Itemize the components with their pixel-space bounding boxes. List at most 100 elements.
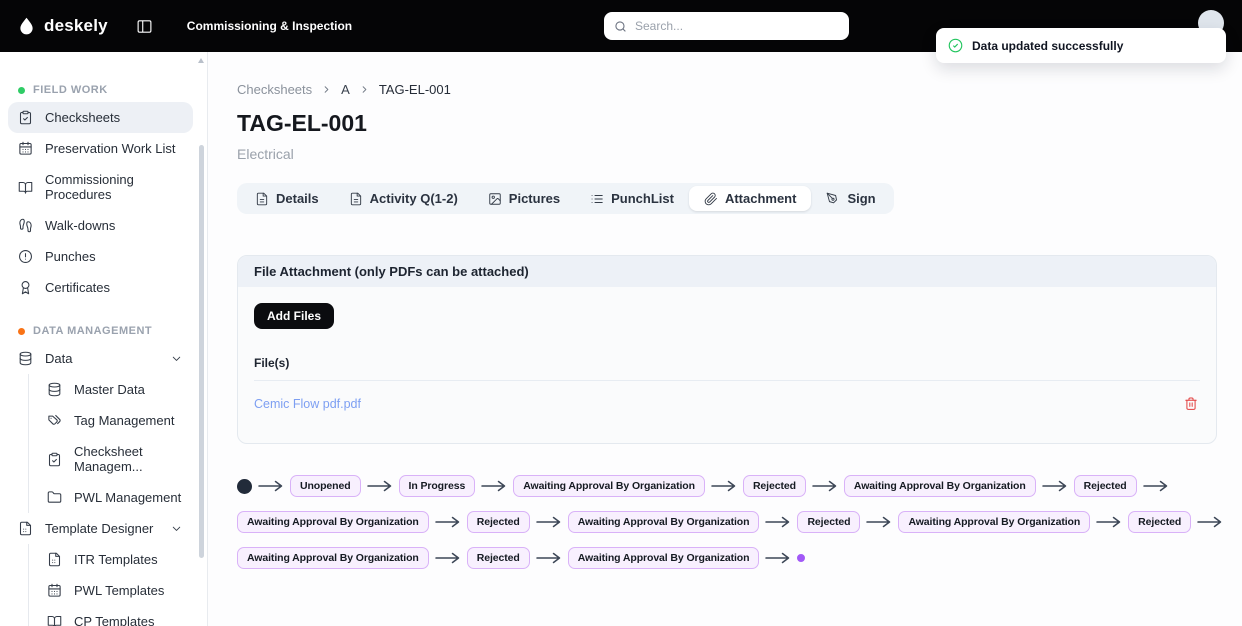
book-open-icon <box>18 180 33 195</box>
tags-icon <box>47 413 62 428</box>
status-badge: Awaiting Approval By Organization <box>567 511 760 533</box>
paperclip-icon <box>704 192 718 206</box>
database-icon <box>47 382 62 397</box>
arrow-right-icon <box>1042 480 1068 492</box>
sidebar-item-label: PWL Templates <box>74 583 165 598</box>
tab-punchlist[interactable]: PunchList <box>575 186 689 211</box>
workflow-start-node-icon <box>237 478 252 494</box>
arrow-right-icon <box>1096 516 1122 528</box>
sidebar-item-label: PWL Management <box>74 490 182 505</box>
status-badge: Awaiting Approval By Organization <box>513 475 705 497</box>
tab-pictures[interactable]: Pictures <box>473 186 575 211</box>
sidebar-item-label: ITR Templates <box>74 552 158 567</box>
template-designer-subtree: ITR Templates PWL Templates CP Templates <box>28 544 193 626</box>
data-subtree: Master Data Tag Management Checksheet Ma… <box>28 374 193 513</box>
tab-details[interactable]: Details <box>240 186 334 211</box>
file-text-icon <box>349 192 363 206</box>
sidebar-item-cp-templates[interactable]: CP Templates <box>39 606 193 626</box>
sidebar-item-preservation-work-list[interactable]: Preservation Work List <box>8 133 193 164</box>
sidebar-item-label: Preservation Work List <box>45 141 176 156</box>
file-template-icon <box>18 521 33 536</box>
chevron-right-icon <box>321 84 332 95</box>
status-badge: Awaiting Approval By Organization <box>567 547 760 569</box>
tab-label: Sign <box>847 191 876 206</box>
scroll-up-arrow-icon[interactable] <box>198 58 204 63</box>
file-row: Cemic Flow pdf.pdf <box>254 381 1200 427</box>
image-icon <box>488 192 502 206</box>
clipboard-check-icon <box>47 452 62 467</box>
breadcrumb-a[interactable]: A <box>341 82 350 97</box>
page-subtitle: Electrical <box>237 146 294 162</box>
status-badge: Rejected <box>1128 511 1192 533</box>
sidebar-toggle-button[interactable] <box>136 18 153 35</box>
section-label: DATA MANAGEMENT <box>33 325 153 337</box>
award-icon <box>18 280 33 295</box>
status-badge: Awaiting Approval By Organization <box>237 511 429 533</box>
breadcrumb-checksheets[interactable]: Checksheets <box>237 82 312 97</box>
status-badge: Awaiting Approval By Organization <box>898 511 1091 533</box>
scrollbar-thumb[interactable] <box>199 145 204 558</box>
brand-name: deskely <box>44 16 108 35</box>
sidebar: FIELD WORK Checksheets Preservation Work… <box>0 52 208 626</box>
sidebar-scrollbar[interactable] <box>197 52 206 626</box>
sidebar-item-tag-management[interactable]: Tag Management <box>39 405 193 436</box>
status-badge: Rejected <box>797 511 861 533</box>
tab-attachment[interactable]: Attachment <box>688 186 812 211</box>
arrow-right-icon <box>536 516 562 528</box>
sidebar-item-pwl-templates[interactable]: PWL Templates <box>39 575 193 606</box>
sidebar-item-walk-downs[interactable]: Walk-downs <box>8 210 193 241</box>
tab-label: Details <box>276 191 319 206</box>
toast-notification: Data updated successfully <box>936 28 1226 63</box>
panel-left-icon <box>136 18 153 35</box>
workflow-row-3: Awaiting Approval By Organization Reject… <box>237 547 1227 569</box>
add-files-button[interactable]: Add Files <box>254 303 335 329</box>
chevron-right-icon <box>359 84 370 95</box>
status-badge: Rejected <box>1073 475 1137 497</box>
calendar-icon <box>47 583 62 598</box>
workflow-diagram: Unopened In Progress Awaiting Approval B… <box>237 475 1227 569</box>
status-badge: Awaiting Approval By Organization <box>843 475 1036 497</box>
sidebar-item-label: Punches <box>45 249 96 264</box>
breadcrumb: Checksheets A TAG-EL-001 <box>237 82 1216 97</box>
tab-label: Activity Q(1-2) <box>369 191 458 206</box>
search-box[interactable] <box>604 12 849 40</box>
search-icon <box>614 20 627 33</box>
sidebar-item-checksheets[interactable]: Checksheets <box>8 102 193 133</box>
book-open-icon <box>47 614 62 626</box>
file-link[interactable]: Cemic Flow pdf.pdf <box>254 397 361 411</box>
sidebar-item-commissioning-procedures[interactable]: Commissioning Procedures <box>8 164 193 210</box>
app-window: deskely Commissioning & Inspection Data … <box>0 0 1242 626</box>
tab-label: Pictures <box>508 191 561 206</box>
arrow-right-icon <box>258 480 284 492</box>
tab-sign[interactable]: Sign <box>811 186 890 211</box>
card-body: Add Files File(s) Cemic Flow pdf.pdf <box>238 287 1216 443</box>
sidebar-item-label: Master Data <box>74 382 145 397</box>
file-attachment-card: File Attachment (only PDFs can be attach… <box>237 255 1217 444</box>
delete-file-icon[interactable] <box>1184 396 1198 411</box>
page-title: TAG-EL-001 <box>237 110 367 136</box>
sidebar-item-checksheet-management[interactable]: Checksheet Managem... <box>39 436 193 482</box>
app-title: Commissioning & Inspection <box>186 19 353 33</box>
sidebar-item-label: Walk-downs <box>45 218 116 233</box>
brand-logo[interactable]: deskely <box>16 16 108 37</box>
sidebar-item-certificates[interactable]: Certificates <box>8 272 193 303</box>
database-icon <box>18 351 33 366</box>
search-input[interactable] <box>635 19 839 33</box>
sidebar-item-master-data[interactable]: Master Data <box>39 374 193 405</box>
list-icon <box>590 192 604 206</box>
status-badge: Rejected <box>466 547 530 569</box>
sidebar-item-punches[interactable]: Punches <box>8 241 193 272</box>
card-header: File Attachment (only PDFs can be attach… <box>238 256 1216 287</box>
sidebar-item-data[interactable]: Data <box>8 343 193 374</box>
sidebar-item-itr-templates[interactable]: ITR Templates <box>39 544 193 575</box>
sidebar-item-pwl-management[interactable]: PWL Management <box>39 482 193 513</box>
arrow-right-icon <box>765 552 791 564</box>
tab-activity[interactable]: Activity Q(1-2) <box>334 186 473 211</box>
sidebar-item-template-designer[interactable]: Template Designer <box>8 513 193 544</box>
sidebar-item-label: Data <box>45 351 73 366</box>
tab-bar: Details Activity Q(1-2) Pictures PunchLi… <box>237 183 894 214</box>
sidebar-item-label: CP Templates <box>74 614 155 626</box>
clipboard-check-icon <box>18 110 33 125</box>
file-icon <box>47 552 62 567</box>
sidebar-section-field-work: FIELD WORK <box>8 78 193 102</box>
